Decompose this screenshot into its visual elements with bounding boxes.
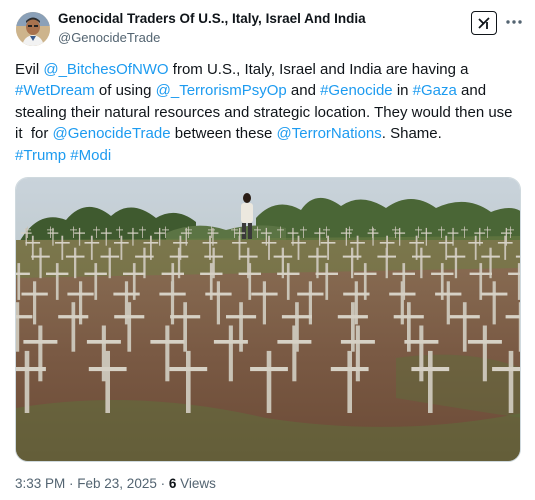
meta-separator: ·	[65, 476, 78, 491]
author-display-name[interactable]: Genocidal Traders Of U.S., Italy, Israel…	[58, 11, 366, 26]
author-handle[interactable]: @GenocideTrade	[58, 30, 160, 45]
hashtag-link[interactable]: #WetDream	[15, 82, 95, 99]
mention-link[interactable]: @GenocideTrade	[53, 125, 171, 142]
tweet-text-segment: and	[286, 82, 321, 100]
avatar[interactable]	[16, 12, 50, 46]
hashtag-link[interactable]: #Genocide	[320, 82, 393, 99]
tweet-text-segment: from U.S., Italy, Israel and India are h…	[168, 61, 473, 78]
more-options-button[interactable]	[504, 12, 524, 32]
tweet-text-segment: . Shame.	[381, 125, 442, 143]
grok-icon	[478, 17, 490, 29]
tweet-time[interactable]: 3:33 PM	[15, 476, 65, 491]
mention-link[interactable]: @_BitchesOfNWO	[43, 61, 168, 78]
memorial-crosses-photo	[16, 178, 520, 461]
more-options-icon	[506, 20, 522, 24]
meta-separator: ·	[156, 476, 169, 491]
tweet-text-segment: of using	[94, 82, 156, 100]
tweet-date[interactable]: Feb 23, 2025	[77, 476, 157, 491]
avatar-image	[16, 12, 50, 46]
mention-link[interactable]: @_TerrorismPsyOp	[156, 82, 287, 99]
tweet-text-segment: between these	[170, 125, 277, 143]
tweet-meta: 3:33 PM · Feb 23, 2025 · 6 Views	[15, 476, 216, 491]
views-label: Views	[176, 476, 216, 491]
tweet-photo[interactable]	[15, 177, 521, 462]
tweet-text-segment: in	[392, 82, 413, 100]
hashtag-link[interactable]: #Trump	[15, 147, 66, 164]
tweet-text-segment: Evil	[15, 61, 44, 78]
tweet-text: Evil @_BitchesOfNWO from U.S., Italy, Is…	[15, 59, 520, 166]
hashtag-link[interactable]: #Modi	[70, 147, 111, 164]
hashtag-link[interactable]: #Gaza	[413, 82, 457, 99]
mention-link[interactable]: @TerrorNations	[277, 125, 382, 142]
grok-button[interactable]	[471, 11, 497, 35]
